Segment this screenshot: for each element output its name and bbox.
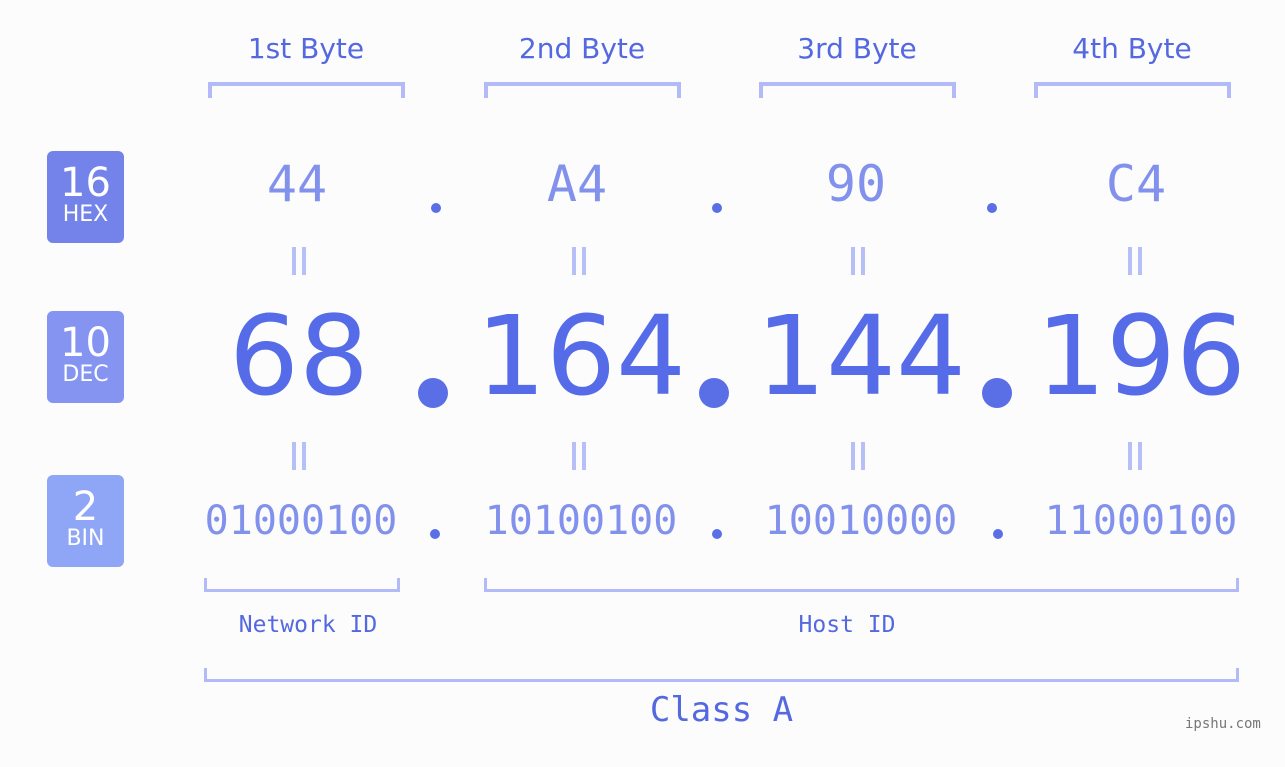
equals-icon [572,442,586,470]
equals-icon [572,247,586,275]
dec-value-4: 196 [1036,292,1246,420]
equals-icon [1128,442,1142,470]
equals-icon [292,442,306,470]
ip-class-label: Class A [649,690,794,730]
dec-value-3: 144 [756,292,966,420]
bin-base-label: BIN [66,526,105,551]
bin-separator-dot [430,529,440,539]
hex-separator-dot [987,203,997,213]
network-id-bracket [204,578,400,592]
bin-base-number: 2 [72,484,99,530]
byte-bracket-4 [1034,82,1231,98]
hex-base-number: 16 [60,160,111,206]
bin-value-3: 10010000 [764,498,958,544]
hex-value-2: A4 [546,155,608,213]
host-id-bracket [484,578,1239,592]
dec-separator-dot [982,378,1012,408]
equals-icon [851,442,865,470]
bin-value-2: 10100100 [484,498,678,544]
bin-separator-dot [712,529,722,539]
bin-badge: 2 BIN [47,475,124,567]
byte-bracket-3 [759,82,956,98]
network-id-label: Network ID [238,612,378,638]
hex-value-4: C4 [1105,155,1167,213]
hex-base-label: HEX [62,202,109,227]
byte-header-4: 4th Byte [1072,32,1192,65]
class-bracket [204,668,1239,682]
bin-value-4: 11000100 [1044,498,1238,544]
dec-base-label: DEC [62,362,109,387]
byte-bracket-2 [484,82,681,98]
bin-value-1: 01000100 [204,498,398,544]
hex-value-3: 90 [825,155,887,213]
dec-separator-dot [418,378,448,408]
equals-icon [851,247,865,275]
hex-separator-dot [431,203,441,213]
byte-header-3: 3rd Byte [797,32,917,65]
hex-value-1: 44 [266,155,328,213]
host-id-label: Host ID [798,612,896,638]
dec-badge: 10 DEC [47,311,124,403]
dec-value-1: 68 [229,292,369,420]
watermark: ipshu.com [1185,716,1261,732]
byte-header-2: 2nd Byte [518,32,646,65]
hex-badge: 16 HEX [47,151,124,243]
equals-icon [292,247,306,275]
dec-separator-dot [699,378,729,408]
dec-base-number: 10 [60,320,111,366]
dec-value-2: 164 [476,292,686,420]
byte-bracket-1 [208,82,405,98]
hex-separator-dot [712,203,722,213]
bin-separator-dot [993,529,1003,539]
byte-header-1: 1st Byte [247,32,365,65]
equals-icon [1128,247,1142,275]
